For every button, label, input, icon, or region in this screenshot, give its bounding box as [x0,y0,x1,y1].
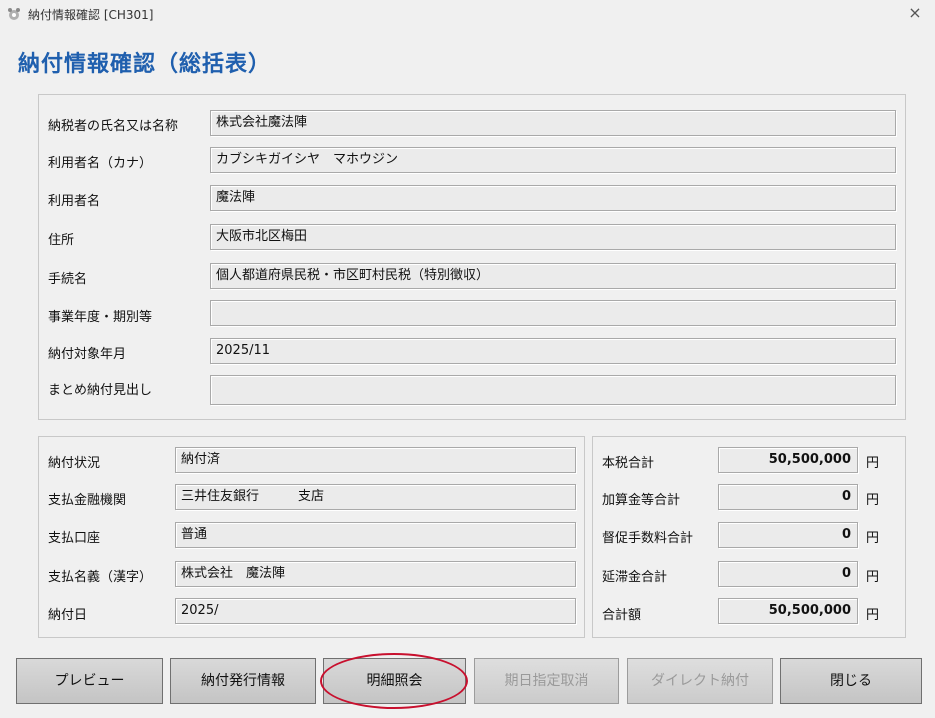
tax-total-unit: 円 [866,456,880,471]
taxpayer-name-label: 納税者の氏名又は名称 [48,119,179,134]
account-label: 支払口座 [48,531,101,546]
account-field: 普通 [175,522,576,548]
app-icon [8,8,20,20]
reminder-fee-unit: 円 [866,531,880,546]
grand-total-unit: 円 [866,608,880,623]
bank-label: 支払金融機関 [48,493,127,508]
info-panel [38,94,906,420]
procedure-label: 手続名 [48,272,88,287]
close-icon[interactable]: × [905,3,925,22]
issue-info-button[interactable]: 納付発行情報 [170,658,316,704]
bank-field: 三井住友銀行 支店 [175,484,576,510]
reminder-fee-field: 0 [718,522,858,548]
additional-total-field: 0 [718,484,858,510]
user-kana-label: 利用者名（カナ） [48,156,153,171]
preview-button[interactable]: プレビュー [16,658,163,704]
title-bar: 納付情報確認 [CH301] × [0,0,935,28]
window-title: 納付情報確認 [CH301] [28,8,154,22]
page-title: 納付情報確認（総括表） [18,52,272,77]
grand-total-field: 50,500,000 [718,598,858,624]
bundle-heading-field [210,375,896,405]
payment-date-label: 納付日 [48,608,88,623]
fiscal-period-label: 事業年度・期別等 [48,310,153,325]
payment-status-label: 納付状況 [48,456,101,471]
additional-total-unit: 円 [866,493,880,508]
payer-name-field: 株式会社 魔法陣 [175,561,576,587]
payer-name-label: 支払名義（漢字） [48,570,153,585]
direct-payment-button[interactable]: ダイレクト納付 [627,658,773,704]
reminder-fee-label: 督促手数料合計 [602,531,694,546]
user-kana-field: カブシキガイシヤ マホウジン [210,147,896,173]
bundle-heading-label: まとめ納付見出し [48,383,153,398]
delinquency-field: 0 [718,561,858,587]
target-month-field: 2025/11 [210,338,896,364]
grand-total-label: 合計額 [602,608,642,623]
procedure-field: 個人都道府県民税・市区町村民税（特別徴収） [210,263,896,289]
delinquency-label: 延滞金合計 [602,570,668,585]
tax-total-field: 50,500,000 [718,447,858,473]
address-field: 大阪市北区梅田 [210,224,896,250]
close-button[interactable]: 閉じる [780,658,922,704]
tax-total-label: 本税合計 [602,456,655,471]
address-label: 住所 [48,233,75,248]
detail-inquiry-button[interactable]: 明細照会 [323,658,466,704]
delinquency-unit: 円 [866,570,880,585]
user-name-label: 利用者名 [48,194,101,209]
user-name-field: 魔法陣 [210,185,896,211]
target-month-label: 納付対象年月 [48,347,127,362]
cancel-scheduled-button[interactable]: 期日指定取消 [474,658,619,704]
additional-total-label: 加算金等合計 [602,493,681,508]
taxpayer-name-field: 株式会社魔法陣 [210,110,896,136]
payment-date-field: 2025/ [175,598,576,624]
fiscal-period-field [210,300,896,326]
payment-status-field: 納付済 [175,447,576,473]
